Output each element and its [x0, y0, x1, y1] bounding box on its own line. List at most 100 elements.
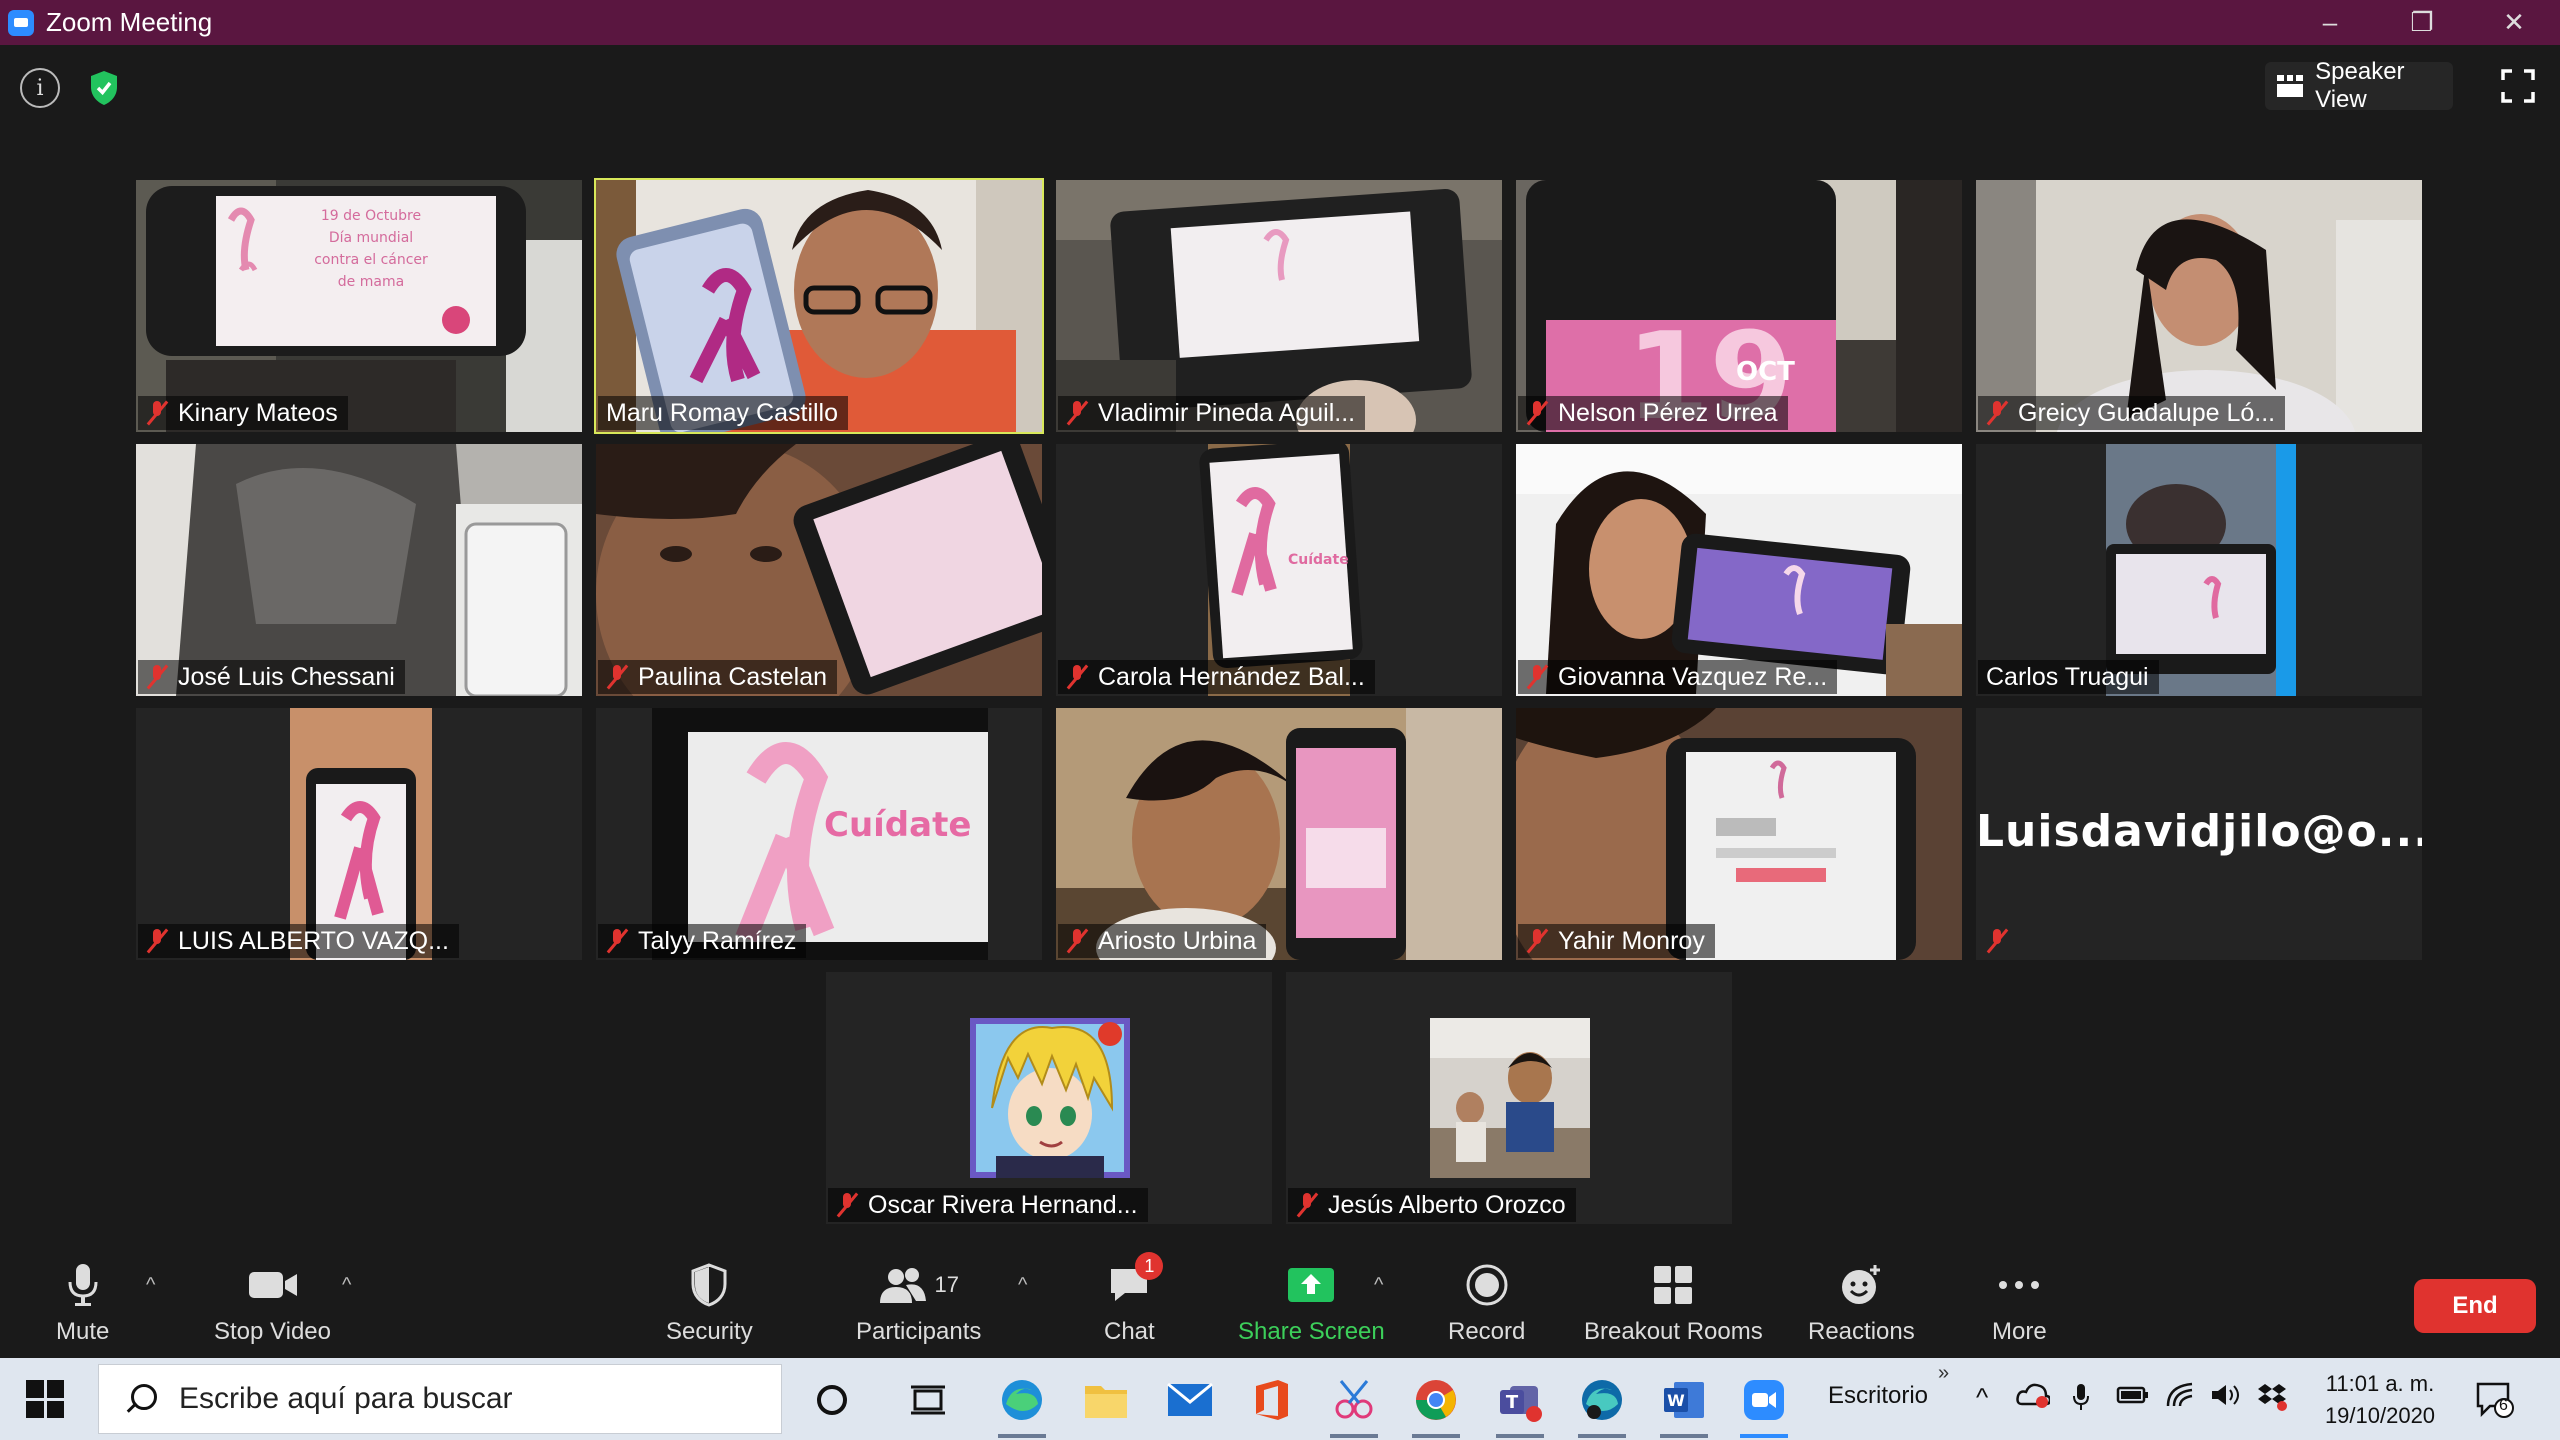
- security-button[interactable]: Security: [666, 1260, 753, 1346]
- participant-video: [596, 180, 1042, 432]
- video-tile[interactable]: 19 OCT Nelson Pérez Urrea: [1516, 180, 1962, 432]
- snip-sketch-icon[interactable]: [1326, 1372, 1382, 1438]
- file-explorer-icon[interactable]: [1078, 1372, 1134, 1428]
- video-tile[interactable]: Giovanna Vazquez Re...: [1516, 444, 1962, 696]
- video-tile[interactable]: Paulina Castelan: [596, 444, 1042, 696]
- video-tile-camera-off[interactable]: Luisdavidjilo@o...: [1976, 708, 2422, 960]
- windows-taskbar: Escribe aquí para buscar T W Escritorio …: [0, 1358, 2560, 1440]
- system-clock[interactable]: 11:01 a. m. 19/10/2020: [2300, 1368, 2460, 1432]
- meeting-info-icon[interactable]: i: [20, 68, 60, 108]
- video-camera-icon: [247, 1260, 299, 1310]
- desktop-toolbar-label[interactable]: Escritorio: [1828, 1382, 1928, 1410]
- participant-name: LUIS ALBERTO VAZQ...: [178, 926, 449, 955]
- onedrive-icon[interactable]: [2016, 1382, 2052, 1415]
- dropbox-icon[interactable]: [2256, 1382, 2288, 1419]
- mic-muted-icon: [836, 1192, 858, 1218]
- participant-video: 19 de Octubre Día mundial contra el cánc…: [136, 180, 582, 432]
- volume-icon[interactable]: [2210, 1382, 2242, 1415]
- record-button[interactable]: Record: [1448, 1260, 1525, 1346]
- video-tile[interactable]: Carlos Truagui: [1976, 444, 2422, 696]
- action-center-icon[interactable]: 6: [2474, 1380, 2514, 1418]
- mail-icon[interactable]: [1162, 1372, 1218, 1428]
- cortana-icon[interactable]: [804, 1372, 860, 1428]
- restore-button[interactable]: ❐: [2376, 0, 2468, 45]
- participant-name-label: Maru Romay Castillo: [598, 396, 849, 430]
- video-tile[interactable]: Cuídate Talyy Ramírez: [596, 708, 1042, 960]
- participant-name: Giovanna Vazquez Re...: [1558, 662, 1828, 691]
- video-tile[interactable]: Vladimir Pineda Aguil...: [1056, 180, 1502, 432]
- speaker-view-button[interactable]: Speaker View: [2265, 58, 2453, 113]
- fullscreen-icon[interactable]: [2500, 68, 2536, 104]
- office-icon[interactable]: [1244, 1372, 1300, 1428]
- teams-icon[interactable]: T: [1492, 1372, 1548, 1438]
- breakout-rooms-button[interactable]: Breakout Rooms: [1584, 1260, 1763, 1346]
- end-meeting-button[interactable]: End: [2414, 1279, 2536, 1333]
- minimize-button[interactable]: –: [2284, 0, 2376, 45]
- participant-video: [1976, 444, 2422, 696]
- task-view-icon[interactable]: [900, 1372, 956, 1428]
- clock-date: 19/10/2020: [2324, 1403, 2436, 1428]
- participant-name-label: Kinary Mateos: [138, 396, 348, 430]
- video-tile[interactable]: Greicy Guadalupe Ló...: [1976, 180, 2422, 432]
- participant-video: [136, 444, 582, 696]
- video-tile-active-speaker[interactable]: Maru Romay Castillo: [594, 178, 1044, 434]
- clock-time: 11:01 a. m.: [2325, 1371, 2435, 1396]
- close-button[interactable]: ✕: [2468, 0, 2560, 45]
- wifi-icon[interactable]: [2166, 1382, 2196, 1415]
- participant-name-label: Ariosto Urbina: [1058, 924, 1267, 958]
- participants-button[interactable]: 17 Participants: [856, 1260, 981, 1346]
- microphone-icon: [66, 1260, 100, 1310]
- participant-name-label: Paulina Castelan: [598, 660, 838, 694]
- encryption-shield-icon[interactable]: [84, 66, 124, 110]
- participants-options-caret[interactable]: ^: [1018, 1274, 1027, 1297]
- audio-options-caret[interactable]: ^: [146, 1274, 155, 1297]
- share-options-caret[interactable]: ^: [1374, 1274, 1383, 1297]
- video-tile[interactable]: Cuídate Carola Hernández Bal...: [1056, 444, 1502, 696]
- video-options-caret[interactable]: ^: [342, 1274, 351, 1297]
- zoom-taskbar-icon[interactable]: [1736, 1372, 1792, 1438]
- video-tile[interactable]: 19 de Octubre Día mundial contra el cánc…: [136, 180, 582, 432]
- breakout-rooms-icon: [1652, 1260, 1694, 1310]
- video-tile[interactable]: LUIS ALBERTO VAZQ...: [136, 708, 582, 960]
- participant-name: Carola Hernández Bal...: [1098, 662, 1365, 691]
- chrome-icon[interactable]: [1408, 1372, 1464, 1438]
- participant-name: Maru Romay Castillo: [606, 398, 839, 427]
- more-button[interactable]: More: [1992, 1260, 2047, 1346]
- chat-bubble-icon: 1: [1107, 1252, 1164, 1310]
- participant-name: Nelson Pérez Urrea: [1558, 398, 1778, 427]
- video-tile-camera-off[interactable]: Oscar Rivera Hernand...: [826, 972, 1272, 1224]
- edge-dev-icon[interactable]: [1574, 1372, 1630, 1438]
- share-screen-button[interactable]: Share Screen: [1238, 1260, 1385, 1346]
- toolbar-chevron-icon[interactable]: »: [1938, 1362, 1949, 1385]
- svg-text:W: W: [1667, 1391, 1685, 1410]
- microphone-tray-icon[interactable]: [2072, 1382, 2090, 1419]
- participant-name: Greicy Guadalupe Ló...: [2018, 398, 2276, 427]
- word-icon[interactable]: W: [1656, 1372, 1712, 1438]
- participant-video: [136, 708, 582, 960]
- video-tile[interactable]: Yahir Monroy: [1516, 708, 1962, 960]
- reactions-button[interactable]: Reactions: [1808, 1260, 1915, 1346]
- mute-button[interactable]: Mute: [56, 1260, 109, 1346]
- participant-name: Jesús Alberto Orozco: [1328, 1190, 1566, 1219]
- chat-unread-badge: 1: [1135, 1252, 1164, 1280]
- video-tile[interactable]: José Luis Chessani: [136, 444, 582, 696]
- participant-name-label: Greicy Guadalupe Ló...: [1978, 396, 2286, 430]
- participant-name-label: LUIS ALBERTO VAZQ...: [138, 924, 459, 958]
- video-tile-camera-off[interactable]: Jesús Alberto Orozco: [1286, 972, 1732, 1224]
- chat-label: Chat: [1104, 1318, 1155, 1345]
- video-tile[interactable]: Ariosto Urbina: [1056, 708, 1502, 960]
- tray-overflow-caret[interactable]: ^: [1976, 1382, 1988, 1413]
- participant-name: Oscar Rivera Hernand...: [868, 1190, 1138, 1219]
- participant-name-label: Giovanna Vazquez Re...: [1518, 660, 1838, 694]
- svg-text:contra el cáncer: contra el cáncer: [314, 252, 428, 268]
- edge-icon[interactable]: [994, 1372, 1050, 1438]
- chat-button[interactable]: 1 Chat: [1104, 1252, 1164, 1346]
- windows-start-icon[interactable]: [26, 1380, 64, 1418]
- battery-icon[interactable]: [2116, 1382, 2150, 1413]
- screen-share-text: Cuídate: [824, 805, 971, 845]
- participant-video: [1516, 444, 1962, 696]
- taskbar-search-box[interactable]: Escribe aquí para buscar: [98, 1364, 782, 1434]
- stop-video-button[interactable]: Stop Video: [214, 1260, 331, 1346]
- participant-video: Cuídate: [1056, 444, 1502, 696]
- svg-text:Cuídate: Cuídate: [1288, 552, 1349, 568]
